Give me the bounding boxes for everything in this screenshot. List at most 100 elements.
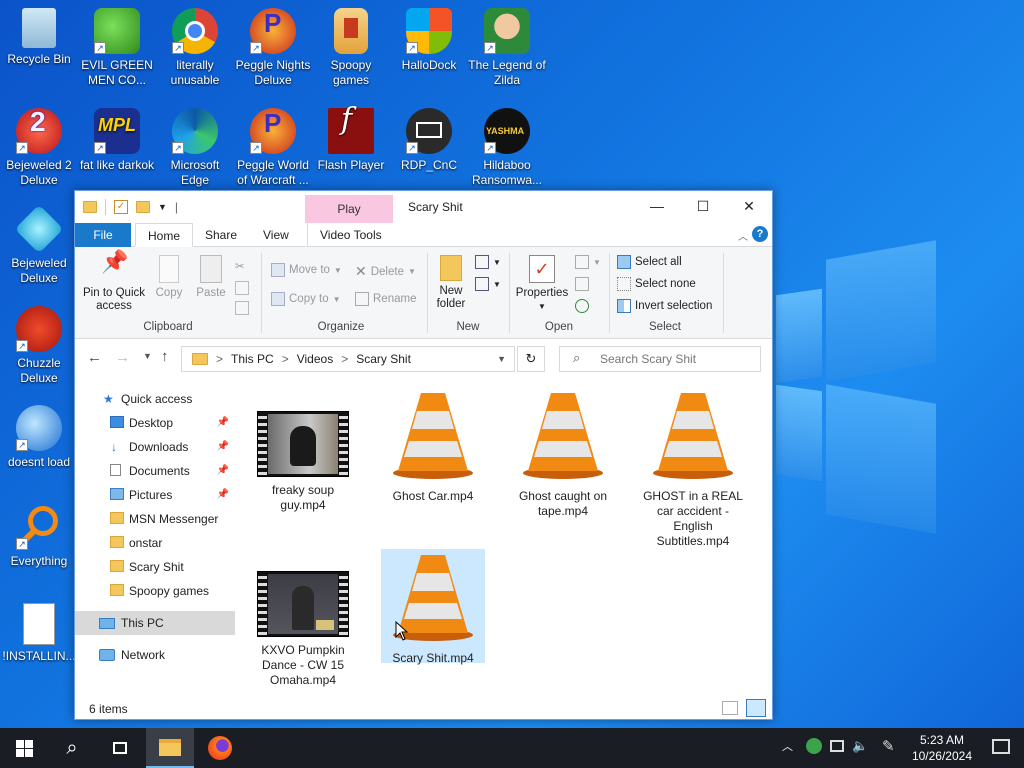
desktop-icon-flash-player[interactable]: f Flash Player	[312, 105, 390, 173]
nav-quick-access[interactable]: ★ Quick access	[75, 387, 235, 411]
nav-desktop[interactable]: Desktop 📌	[75, 411, 235, 435]
new-folder-icon[interactable]	[136, 201, 150, 213]
breadcrumb-this-pc[interactable]: This PC	[231, 352, 274, 366]
search-icon[interactable]: ⌕	[48, 728, 96, 768]
recent-locations-icon[interactable]: ▼	[143, 351, 152, 361]
nav-spoopy-games[interactable]: Spoopy games	[75, 579, 235, 603]
desktop-icon-hildaboo[interactable]: YASHMA ↗ Hildaboo Ransomwa...	[468, 108, 546, 188]
large-icons-view-icon[interactable]	[746, 699, 766, 717]
edit-button[interactable]	[575, 277, 589, 291]
close-icon[interactable]: ✕	[726, 191, 772, 221]
show-hidden-icons-chevron-icon[interactable]: ︿	[782, 738, 793, 754]
refresh-icon[interactable]: ↻	[517, 346, 545, 372]
task-view-icon[interactable]	[96, 728, 144, 768]
desktop-icon-peggle-world[interactable]: P ↗ Peggle World of Warcraft ...	[234, 108, 312, 188]
nav-documents[interactable]: Documents 📌	[75, 459, 235, 483]
action-center-notification-icon[interactable]	[992, 739, 1010, 754]
nav-onstar[interactable]: onstar	[75, 531, 235, 555]
file-explorer-taskbar-icon[interactable]	[146, 728, 194, 768]
volume-icon[interactable]: 🔈	[852, 738, 868, 754]
copy-button[interactable]: Copy	[151, 255, 187, 300]
ribbon-home: 📌 Pin to Quick access Copy Paste ✂ Clipbo…	[75, 247, 772, 339]
desktop-icon-fat-like-darkok[interactable]: MPL ↗ fat like darkok	[78, 108, 156, 173]
file-item-scary-shit-selected[interactable]: Scary Shit.mp4	[381, 549, 485, 665]
cut-button[interactable]: ✂	[235, 259, 249, 273]
customize-toolbar-icon[interactable]: ▼	[158, 202, 167, 212]
breadcrumb-videos[interactable]: Videos	[297, 352, 333, 366]
new-folder-button[interactable]: New folder	[431, 255, 471, 311]
desktop-icon-legend-of-zilda[interactable]: ↗ The Legend of Zilda	[468, 8, 546, 88]
desktop-icon-literally-unusable[interactable]: ↗ literally unusable	[156, 8, 234, 88]
tab-home[interactable]: Home	[135, 223, 194, 247]
back-arrow-icon[interactable]: ←	[87, 349, 102, 366]
desktop-icon-doesnt-load[interactable]: ↗ doesnt load	[0, 405, 78, 470]
desktop-icon-hallodock[interactable]: ↗ HalloDock	[390, 8, 468, 73]
desktop-icon-microsoft-edge[interactable]: ↗ Microsoft Edge	[156, 108, 234, 188]
paste-shortcut-button[interactable]	[235, 301, 249, 315]
properties-check-icon[interactable]: ✓	[114, 200, 128, 214]
network-tray-icon[interactable]	[830, 740, 844, 752]
tab-view[interactable]: View	[251, 223, 301, 247]
desktop-icon-installing[interactable]: !INSTALLIN...	[0, 603, 78, 664]
file-item-kxvo-pumpkin-dance[interactable]: KXVO Pumpkin Dance - CW 15 Omaha.mp4	[251, 571, 355, 688]
select-all-button[interactable]: Select all	[617, 255, 682, 269]
select-none-button[interactable]: Select none	[617, 277, 696, 291]
help-icon[interactable]: ?	[752, 226, 768, 242]
rename-button[interactable]: Rename	[355, 292, 416, 306]
tab-share[interactable]: Share	[193, 223, 249, 247]
new-item-button[interactable]: ▼	[475, 255, 501, 269]
properties-button[interactable]: ✓ Properties ▼	[513, 255, 571, 313]
desktop-icon-recycle-bin[interactable]: Recycle Bin	[0, 8, 78, 67]
clock[interactable]: 5:23 AM 10/26/2024	[912, 732, 972, 764]
nav-downloads[interactable]: ↓ Downloads 📌	[75, 435, 235, 459]
desktop-icon-peggle-nights[interactable]: P ↗ Peggle Nights Deluxe	[234, 8, 312, 88]
forward-arrow-icon[interactable]: →	[115, 349, 130, 366]
tab-play-contextual[interactable]: Play	[305, 195, 393, 223]
nav-this-pc[interactable]: This PC	[75, 611, 235, 635]
nav-pictures[interactable]: Pictures 📌	[75, 483, 235, 507]
tab-video-tools[interactable]: Video Tools	[307, 223, 394, 247]
breadcrumb-scary-shit[interactable]: Scary Shit	[356, 352, 411, 366]
firefox-icon[interactable]	[196, 728, 244, 768]
file-item-ghost-car[interactable]: Ghost Car.mp4	[381, 387, 485, 504]
desktop-icon-everything[interactable]: ↗ Everything	[0, 504, 78, 569]
copy-path-button[interactable]	[235, 281, 249, 295]
easy-access-button[interactable]: ▼	[475, 277, 501, 291]
desktop-icon-bejeweled-deluxe[interactable]: Bejeweled Deluxe	[0, 204, 78, 286]
history-button[interactable]	[575, 299, 589, 313]
address-dropdown-icon[interactable]: ▼	[497, 354, 506, 364]
file-item-ghost-in-real-car-accident[interactable]: GHOST in a REAL car accident - English S…	[641, 387, 745, 549]
tab-file[interactable]: File	[75, 223, 131, 247]
nav-msn-messenger[interactable]: MSN Messenger	[75, 507, 235, 531]
quick-access-toolbar: ✓ ▼ |	[83, 199, 178, 215]
pin-to-quick-access-button[interactable]: 📌 Pin to Quick access	[81, 251, 147, 313]
address-bar[interactable]: > This PC > Videos > Scary Shit ▼	[181, 346, 515, 372]
pen-ink-workspace-icon[interactable]: ✎	[882, 737, 895, 755]
search-input[interactable]: Search Scary Shit	[559, 346, 761, 372]
desktop-icon-label: Peggle Nights Deluxe	[235, 58, 311, 87]
desktop-icon-rdp-cnc[interactable]: ↗ RDP_CnC	[390, 108, 468, 173]
move-to-button[interactable]: Move to ▼	[271, 263, 342, 277]
details-view-icon[interactable]	[722, 701, 738, 715]
desktop-icon-bejeweled-2[interactable]: 2 ↗ Bejeweled 2 Deluxe	[0, 108, 78, 188]
maximize-icon[interactable]: ☐	[680, 191, 726, 221]
paste-button[interactable]: Paste	[193, 255, 229, 300]
open-button[interactable]: ▼	[575, 255, 601, 269]
collapse-ribbon-icon[interactable]: ︿	[738, 228, 748, 243]
minimize-icon[interactable]: —	[634, 191, 680, 221]
start-windows-icon[interactable]	[0, 728, 48, 768]
messenger-tray-icon[interactable]	[806, 738, 822, 754]
desktop-icon-evil-green-men[interactable]: ↗ EVIL GREEN MEN CO...	[78, 8, 156, 88]
desktop-icon-chuzzle[interactable]: ↗ Chuzzle Deluxe	[0, 306, 78, 386]
peggle-icon: P ↗	[250, 8, 296, 54]
nav-scary-shit[interactable]: Scary Shit	[75, 555, 235, 579]
up-arrow-icon[interactable]: ↑	[161, 348, 169, 365]
file-item-freaky-soup-guy[interactable]: freaky soup guy.mp4	[251, 411, 355, 513]
delete-button[interactable]: ✕ Delete ▼	[355, 263, 416, 280]
nav-network[interactable]: Network	[75, 643, 235, 667]
desktop-icon-label: The Legend of Zilda	[468, 58, 546, 87]
copy-to-button[interactable]: Copy to ▼	[271, 292, 341, 306]
invert-selection-button[interactable]: Invert selection	[617, 299, 712, 313]
desktop-icon-spoopy-games[interactable]: Spoopy games	[312, 8, 390, 88]
file-item-ghost-caught-on-tape[interactable]: Ghost caught on tape.mp4	[511, 387, 615, 519]
